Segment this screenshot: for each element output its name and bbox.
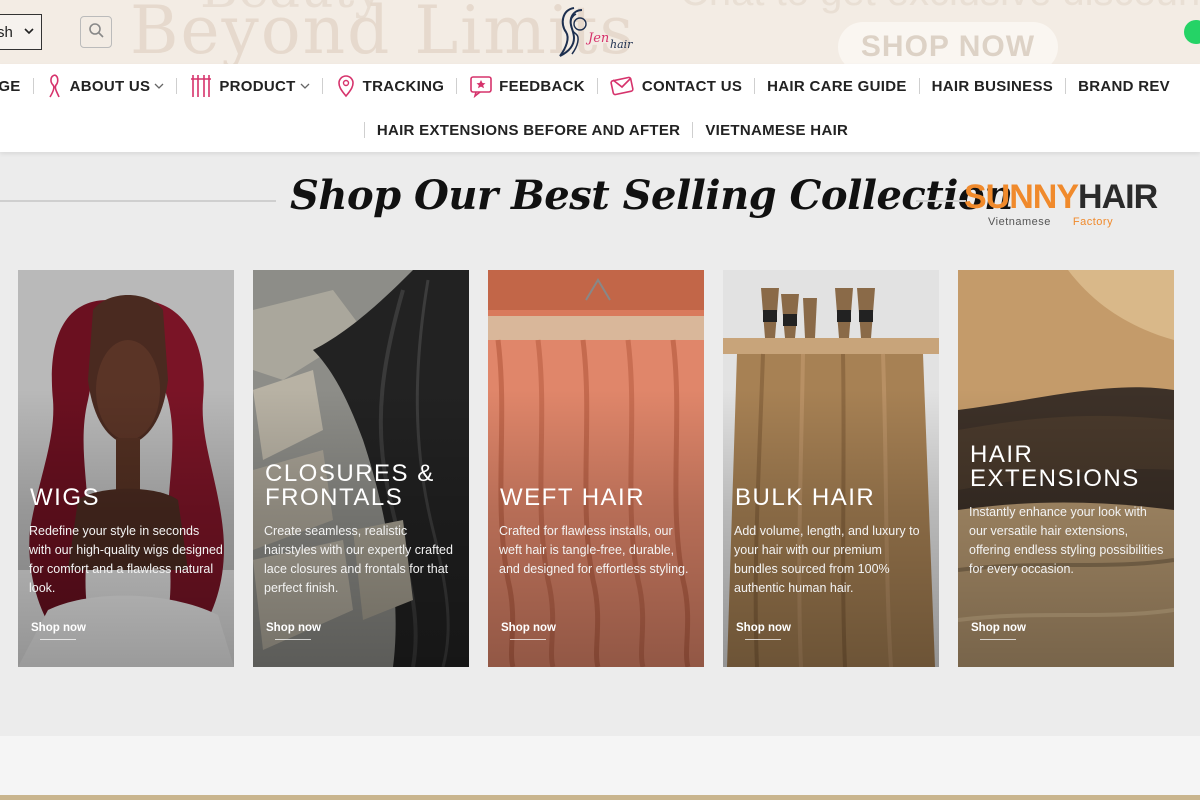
nav-label: HAIR CARE GUIDE — [767, 77, 907, 95]
product-card-wigs[interactable]: WIGS Redefine your style in seconds with… — [18, 270, 234, 667]
nav-divider — [456, 78, 458, 94]
svg-text:hair: hair — [610, 38, 633, 51]
nav-row-primary: PAGE ABOUT US PRODUCT TRACKING — [0, 64, 1170, 108]
nav-item-feedback[interactable]: FEEDBACK — [469, 74, 585, 98]
shop-now-underline — [745, 639, 781, 640]
brand-sub-1: Vietnamese — [988, 216, 1051, 228]
product-card-grid: WIGS Redefine your style in seconds with… — [18, 270, 1178, 667]
nav-divider — [1065, 78, 1067, 94]
nav-item-tracking[interactable]: TRACKING — [335, 74, 445, 98]
search-icon — [88, 22, 104, 43]
banner-promo-text: Chat to get exclusive discount — [680, 0, 1200, 15]
card-overlay — [488, 270, 704, 667]
woman-icon — [46, 73, 64, 99]
card-description: Redefine your style in seconds with our … — [29, 524, 223, 595]
sunny-hair-logo[interactable]: SUNNYHAIR Vietnamese Factory — [964, 180, 1164, 228]
product-card-bulk-hair[interactable]: BULK HAIR Add volume, length, and luxury… — [723, 270, 939, 667]
brand-sub-2: Factory — [1072, 216, 1114, 228]
nav-divider — [321, 78, 323, 94]
svg-text:Jen: Jen — [585, 31, 609, 46]
nav-label: PAGE — [0, 77, 21, 95]
nav-item-product[interactable]: PRODUCT — [189, 73, 310, 99]
nav-label: PRODUCT — [219, 77, 296, 95]
footer-accent-line — [0, 795, 1200, 800]
brand-name-part-2: HAIR — [1078, 178, 1158, 216]
search-button[interactable] — [80, 16, 112, 48]
nav-label: TRACKING — [362, 77, 445, 95]
nav-label: VIETNAMESE HAIR — [705, 121, 849, 139]
nav-divider — [754, 78, 756, 94]
shop-now-link[interactable]: Shop now — [971, 622, 1026, 634]
nav-row-secondary: HAIR EXTENSIONS BEFORE AND AFTER VIETNAM… — [0, 108, 1200, 152]
heading-divider-left — [0, 200, 276, 202]
nav-divider — [32, 78, 34, 94]
top-banner: Beauty Beyond Limits Chat to get exclusi… — [0, 0, 1200, 64]
card-description: Crafted for flawless installs, our weft … — [499, 524, 689, 576]
brand-subtitle: Vietnamese Factory — [988, 216, 1164, 228]
banner-shop-now-button[interactable]: SHOP NOW — [838, 22, 1058, 64]
chevron-down-icon — [23, 24, 35, 41]
brand-name: SUNNYHAIR — [964, 180, 1164, 214]
nav-divider — [918, 78, 920, 94]
envelope-icon — [610, 74, 636, 98]
card-overlay — [723, 270, 939, 667]
card-title: WEFT HAIR — [500, 484, 646, 511]
shop-now-underline — [275, 639, 311, 640]
card-title: CLOSURES & FRONTALS — [265, 460, 435, 511]
card-description: Create seamless, realistic hairstyles wi… — [264, 524, 453, 595]
product-card-closures-frontals[interactable]: CLOSURES & FRONTALS Create seamless, rea… — [253, 270, 469, 667]
nav-item-vietnamese-hair[interactable]: VIETNAMESE HAIR — [705, 122, 848, 139]
card-description: Instantly enhance your look with our ver… — [969, 505, 1164, 576]
chevron-down-icon — [300, 81, 310, 91]
shop-now-underline — [510, 639, 546, 640]
shop-now-underline — [980, 639, 1016, 640]
card-title: WIGS — [30, 484, 100, 511]
nav-item-contact-us[interactable]: CONTACT US — [610, 74, 742, 98]
shop-now-underline — [40, 639, 76, 640]
nav-label: BRAND REV — [1078, 77, 1170, 95]
main-navigation: PAGE ABOUT US PRODUCT TRACKING — [0, 64, 1200, 152]
nav-item-about-us[interactable]: ABOUT US — [46, 73, 165, 99]
footer-band — [0, 736, 1200, 800]
nav-item-hair-care-guide[interactable]: HAIR CARE GUIDE — [767, 78, 907, 95]
nav-item-brand-reviews[interactable]: BRAND REV — [1078, 78, 1170, 95]
chevron-down-icon — [154, 81, 164, 91]
hair-icon — [189, 73, 213, 99]
shop-now-link[interactable]: Shop now — [501, 622, 556, 634]
section-heading: Shop Our Best Selling Collection — [290, 172, 1013, 219]
whatsapp-icon[interactable] — [1184, 20, 1200, 44]
card-title: HAIR EXTENSIONS — [970, 441, 1140, 492]
nav-divider — [692, 122, 694, 138]
nav-label: HAIR EXTENSIONS BEFORE AND AFTER — [376, 121, 681, 139]
nav-label: HAIR BUSINESS — [931, 77, 1054, 95]
shop-now-link[interactable]: Shop now — [31, 622, 86, 634]
site-logo[interactable]: Jen hair — [554, 2, 638, 62]
heading-divider-right — [916, 200, 966, 202]
star-message-icon — [469, 74, 493, 98]
card-title: BULK HAIR — [735, 484, 876, 511]
nav-item-page[interactable]: PAGE — [0, 78, 21, 95]
language-select[interactable]: sh — [0, 14, 42, 50]
nav-divider — [176, 78, 178, 94]
shop-now-link[interactable]: Shop now — [266, 622, 321, 634]
card-description: Add volume, length, and luxury to your h… — [734, 524, 920, 595]
brand-name-part-1: SUNNY — [964, 178, 1079, 216]
nav-divider — [363, 122, 365, 138]
nav-label: CONTACT US — [641, 77, 743, 95]
card-overlay — [18, 270, 234, 667]
language-value: sh — [0, 23, 13, 41]
shop-now-link[interactable]: Shop now — [736, 622, 791, 634]
nav-item-hair-extensions-before-after[interactable]: HAIR EXTENSIONS BEFORE AND AFTER — [377, 122, 681, 139]
nav-label: ABOUT US — [69, 77, 151, 95]
collection-heading-area: Shop Our Best Selling Collection SUNNYHA… — [0, 168, 1200, 238]
location-pin-icon — [335, 74, 357, 98]
product-card-weft-hair[interactable]: WEFT HAIR Crafted for flawless installs,… — [488, 270, 704, 667]
nav-divider — [596, 78, 598, 94]
nav-label: FEEDBACK — [499, 77, 585, 95]
product-card-hair-extensions[interactable]: HAIR EXTENSIONS Instantly enhance your l… — [958, 270, 1174, 667]
nav-item-hair-business[interactable]: HAIR BUSINESS — [932, 78, 1053, 95]
